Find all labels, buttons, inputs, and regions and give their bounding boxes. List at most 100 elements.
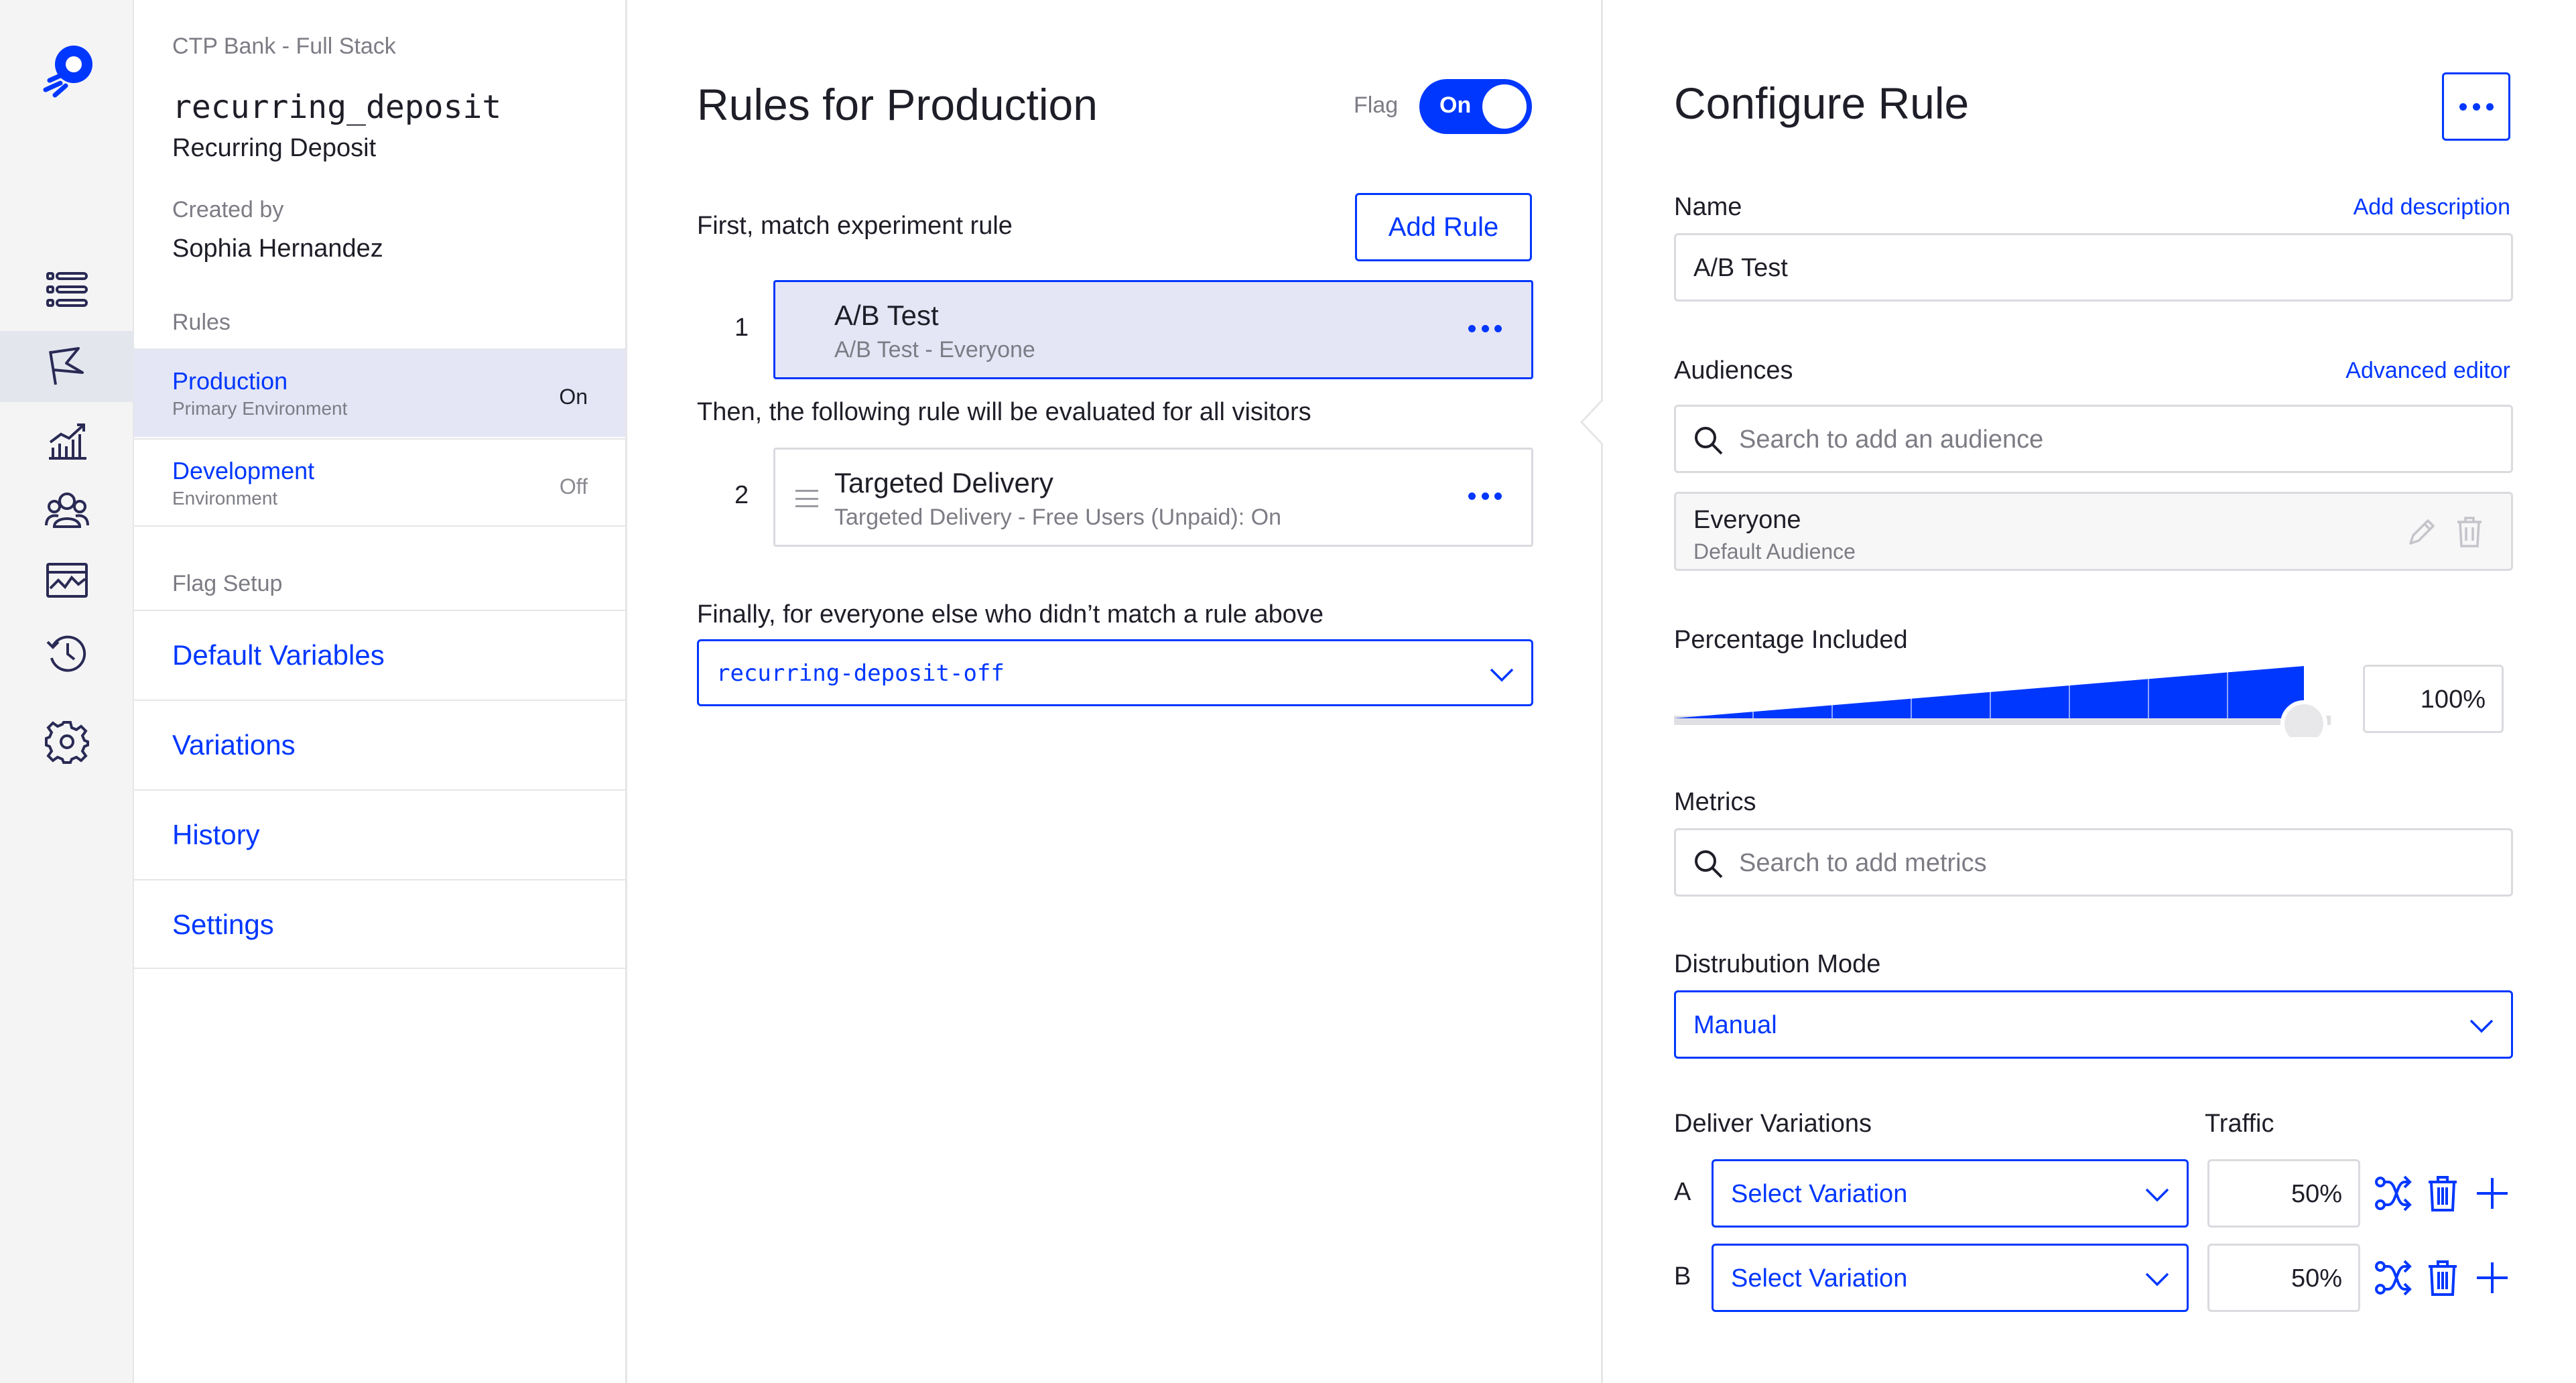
rule-number: 1 [734,314,749,342]
flag-toggle[interactable]: On [1419,79,1532,134]
trash-icon[interactable] [2423,1258,2462,1297]
search-icon [1695,850,1723,878]
chevron-down-icon [2145,1272,2169,1287]
metrics-label: Metrics [1674,788,1756,816]
rules-section-label: Rules [172,310,231,335]
audience-search-input[interactable]: Search to add an audience [1674,405,2513,473]
chevron-down-icon [2469,1019,2494,1033]
add-rule-button[interactable]: Add Rule [1355,193,1532,261]
drag-handle-icon[interactable] [795,490,818,507]
rule-more-icon[interactable] [1468,318,1502,338]
rocket-logo-icon[interactable] [35,39,99,103]
traffic-value: 50% [2291,1264,2342,1293]
selected-rule-pointer [1580,398,1606,446]
nav-flags-list-icon[interactable] [0,255,134,326]
nav-settings-icon[interactable] [0,706,134,777]
nav-history-icon[interactable] [0,618,134,689]
rule-name-input[interactable]: A/B Test [1674,233,2513,302]
created-by-name: Sophia Hernandez [172,235,383,263]
environment-item-development[interactable]: Development Environment Off [134,438,625,527]
percentage-slider[interactable] [1674,663,2331,737]
finally-label: Finally, for everyone else who didn’t ma… [697,600,1324,629]
rules-title: Rules for Production [697,80,1098,129]
rule-subtitle: Targeted Delivery - Free Users (Unpaid):… [834,505,1282,530]
setup-link-default-variables[interactable]: Default Variables [134,610,625,700]
fallback-variation-value: recurring-deposit-off [716,660,1005,687]
icon-rail [0,0,134,1383]
rule-more-icon[interactable] [1468,486,1502,506]
configure-rule-panel: Configure Rule Name Add description A/B … [1603,0,2576,1383]
variation-select-b[interactable]: Select Variation [1712,1244,2189,1312]
chevron-down-icon [1490,668,1514,682]
environment-status: On [559,385,588,409]
variation-select-a[interactable]: Select Variation [1712,1159,2189,1228]
fallback-variation-select[interactable]: recurring-deposit-off [697,639,1533,706]
percentage-label: Percentage Included [1674,626,1908,654]
add-description-link[interactable]: Add description [2354,194,2510,220]
audience-sub: Default Audience [1693,539,1856,564]
environment-sub: Environment [172,488,278,509]
metrics-search-placeholder: Search to add metrics [1739,849,1987,877]
add-icon[interactable] [2473,1258,2512,1297]
audiences-label: Audiences [1674,356,1793,385]
percentage-value: 100% [2420,685,2486,714]
add-icon[interactable] [2473,1174,2512,1213]
environment-item-production[interactable]: Production Primary Environment On [134,348,625,437]
nav-audiences-icon[interactable] [0,474,134,545]
setup-link-settings[interactable]: Settings [134,879,625,969]
rule-number: 2 [734,481,749,509]
variation-select-value: Select Variation [1731,1264,1908,1293]
metrics-search-input[interactable]: Search to add metrics [1674,828,2513,897]
rule-title: Targeted Delivery [834,467,1053,499]
advanced-editor-link[interactable]: Advanced editor [2345,358,2510,384]
variation-select-value: Select Variation [1731,1180,1908,1208]
flag-setup-label: Flag Setup [172,571,283,596]
setup-link-label: Default Variables [172,639,385,671]
flag-name: Recurring Deposit [172,134,377,162]
setup-link-variations[interactable]: Variations [134,700,625,789]
environment-status: Off [559,474,588,499]
flag-toggle-label: Flag [1354,92,1399,118]
shuffle-icon[interactable] [2374,1174,2412,1213]
rule-card-ab-test[interactable]: A/B Test A/B Test - Everyone [773,280,1533,379]
shuffle-icon[interactable] [2374,1258,2412,1297]
setup-link-history[interactable]: History [134,789,625,879]
more-options-button[interactable] [2442,72,2510,141]
nav-flag-icon[interactable] [0,331,134,402]
environment-name: Production [172,367,288,395]
distribution-mode-value: Manual [1693,1011,1777,1039]
setup-link-label: Variations [172,729,296,761]
traffic-input-a[interactable]: 50% [2207,1159,2360,1228]
deliver-variations-label: Deliver Variations [1674,1110,1872,1138]
then-label: Then, the following rule will be evaluat… [697,398,1311,426]
rule-subtitle: A/B Test - Everyone [834,337,1035,363]
distribution-label: Distrubution Mode [1674,950,1881,978]
flag-sidebar: CTP Bank - Full Stack recurring_deposit … [134,0,627,1383]
flag-key: recurring_deposit [172,88,502,126]
nav-reports-icon[interactable] [0,405,134,476]
search-icon [1695,427,1723,455]
traffic-value: 50% [2291,1180,2342,1208]
traffic-input-b[interactable]: 50% [2207,1244,2360,1312]
environment-name: Development [172,457,315,484]
variation-letter: A [1674,1178,1691,1206]
trash-icon[interactable] [2423,1174,2462,1213]
environment-sub: Primary Environment [172,398,348,419]
nav-events-icon[interactable] [0,545,134,616]
trash-icon[interactable] [2455,515,2484,549]
percentage-input[interactable]: 100% [2363,665,2504,733]
audience-name: Everyone [1693,506,1801,534]
project-breadcrumb[interactable]: CTP Bank - Full Stack [172,34,396,60]
flag-toggle-state: On [1439,92,1472,118]
rules-panel: Rules for Production Flag On First, matc… [627,0,1603,1383]
rule-card-targeted-delivery[interactable]: Targeted Delivery Targeted Delivery - Fr… [773,448,1533,547]
setup-link-label: History [172,819,260,850]
distribution-mode-select[interactable]: Manual [1674,990,2513,1059]
name-label: Name [1674,193,1742,221]
first-match-label: First, match experiment rule [697,212,1013,240]
setup-link-label: Settings [172,909,274,940]
pencil-icon[interactable] [2405,517,2437,549]
rule-name-value: A/B Test [1693,254,1788,282]
audience-card-everyone: Everyone Default Audience [1674,492,2513,571]
rule-title: A/B Test [834,300,939,331]
